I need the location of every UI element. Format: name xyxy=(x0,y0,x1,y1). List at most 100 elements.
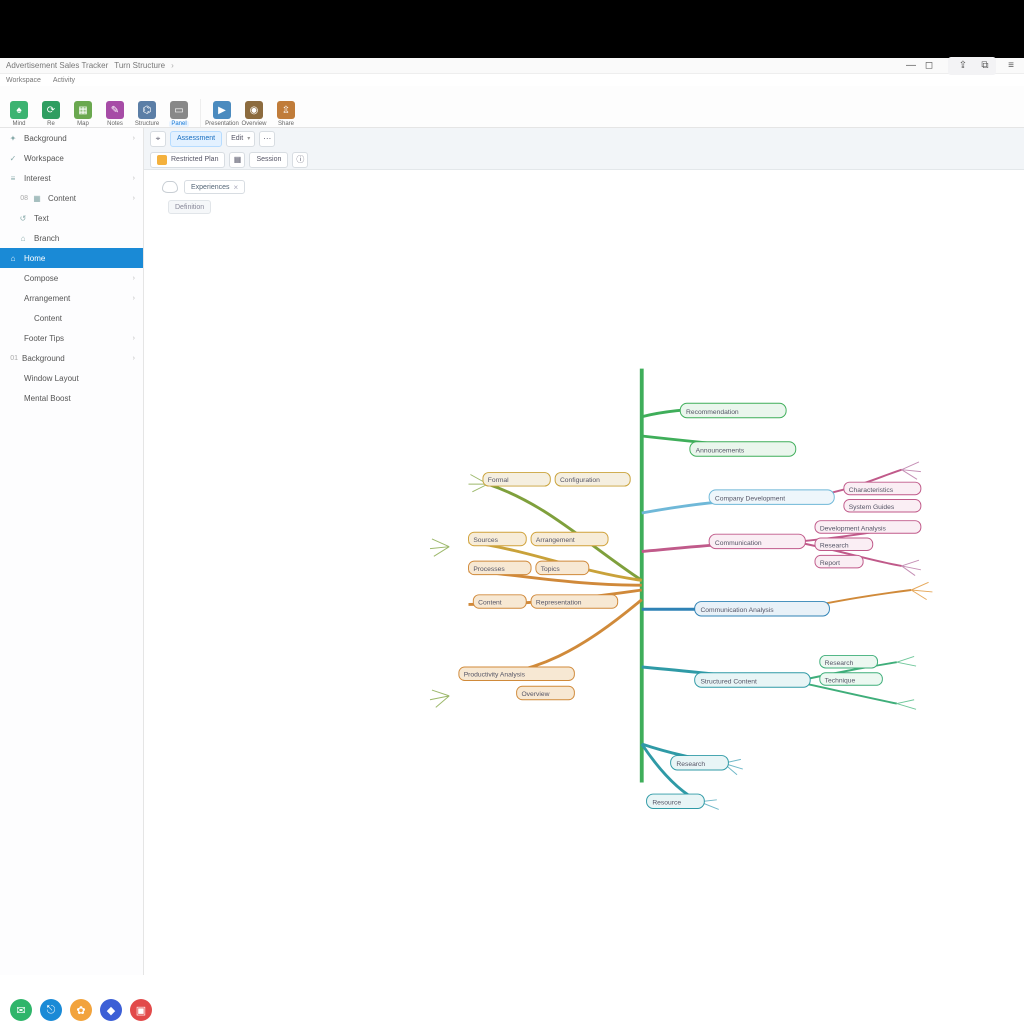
panel-icon: ▭ xyxy=(170,101,188,119)
menu-activity[interactable]: Activity xyxy=(53,77,75,84)
ribbon-presentation[interactable]: ▶Presentation xyxy=(209,101,235,127)
sidebar-item-background[interactable]: ✦Background› xyxy=(0,128,143,148)
ribbon-panel[interactable]: ▭Panel xyxy=(166,101,192,127)
ribbon-share[interactable]: ⇫Share xyxy=(273,101,299,127)
overview-icon: ◉ xyxy=(245,101,263,119)
svg-text:Recommendation: Recommendation xyxy=(686,409,739,416)
map-icon: ▦ xyxy=(74,101,92,119)
mindmap-svg: Formal Configuration Sources Arrangement… xyxy=(144,128,1024,975)
notes-icon: ✎ xyxy=(106,101,124,119)
dock-settings[interactable]: ✿ xyxy=(70,999,92,1021)
sidebar-item-branch[interactable]: ⌂Branch xyxy=(0,228,143,248)
info-icon[interactable]: ⓘ xyxy=(292,152,308,168)
sidebar-item-text[interactable]: ↺Text xyxy=(0,208,143,228)
svg-text:Processes: Processes xyxy=(473,566,505,573)
svg-text:Sources: Sources xyxy=(473,537,498,544)
structure-icon: ⌬ xyxy=(138,101,156,119)
tag-experiences[interactable]: Experiences× xyxy=(184,180,245,194)
svg-text:Content: Content xyxy=(478,599,502,606)
minimize-button[interactable]: — xyxy=(904,59,918,73)
sidebar-item-content[interactable]: 08▦Content› xyxy=(0,188,143,208)
sidebar-item-compose[interactable]: Compose› xyxy=(0,268,143,288)
menu-workspace[interactable]: Workspace xyxy=(6,77,41,84)
list-icon: ≡ xyxy=(8,173,18,183)
sidebar-item-home[interactable]: ⌂Home xyxy=(0,248,143,268)
svg-text:Configuration: Configuration xyxy=(560,477,600,484)
mind-icon: ♠ xyxy=(10,101,28,119)
more-icon[interactable]: ⋯ xyxy=(259,131,275,147)
chevron-right-icon: › xyxy=(171,61,174,70)
ribbon-structure[interactable]: ⌬Structure xyxy=(134,101,160,127)
home-icon: ⌂ xyxy=(8,253,18,263)
close-icon[interactable]: × xyxy=(234,183,239,192)
chevron-right-icon: › xyxy=(133,355,135,362)
hamburger-icon[interactable]: ≡ xyxy=(1004,59,1018,73)
sidebar: ✦Background› ✓Workspace ≡Interest› 08▦Co… xyxy=(0,128,144,975)
chevron-right-icon: › xyxy=(133,335,135,342)
chevron-down-icon: ▾ xyxy=(247,135,250,142)
dock: ✉ ⎋ ✿ ◆ ▣ xyxy=(0,996,1024,1024)
dock-browser[interactable]: ⎋ xyxy=(40,999,62,1021)
sidebar-item-window-layout[interactable]: Window Layout xyxy=(0,368,143,388)
folder-icon xyxy=(157,155,167,165)
svg-text:Announcements: Announcements xyxy=(696,447,745,454)
ribbon-notes[interactable]: ✎Notes xyxy=(102,101,128,127)
breadcrumb-item[interactable]: Turn Structure xyxy=(114,61,165,70)
edit-dropdown[interactable]: Edit▾ xyxy=(226,131,255,147)
dock-mail[interactable]: ✉ xyxy=(10,999,32,1021)
svg-text:Overview: Overview xyxy=(521,691,549,698)
check-icon: ✓ xyxy=(8,153,18,163)
sidebar-item-background-2[interactable]: 01Background› xyxy=(0,348,143,368)
link-icon[interactable]: ⧉ xyxy=(978,59,992,73)
titlebar: Advertisement Sales Tracker Turn Structu… xyxy=(0,58,1024,74)
ribbon-re[interactable]: ⟳Re xyxy=(38,101,64,127)
svg-text:Resource: Resource xyxy=(652,800,681,807)
sidebar-item-mental-boost[interactable]: Mental Boost xyxy=(0,388,143,408)
restricted-plan-button[interactable]: Restricted Plan xyxy=(150,152,225,168)
dock-files[interactable]: ◆ xyxy=(100,999,122,1021)
share-ribbon-icon: ⇫ xyxy=(277,101,295,119)
tag-row: Experiences× xyxy=(162,180,245,194)
ribbon-overview[interactable]: ◉Overview xyxy=(241,101,267,127)
chevron-right-icon: › xyxy=(133,135,135,142)
sidebar-item-footer-tips[interactable]: Footer Tips› xyxy=(0,328,143,348)
tag-definition[interactable]: Definition xyxy=(168,200,211,214)
svg-text:Structured Content: Structured Content xyxy=(700,678,757,685)
svg-text:System Guides: System Guides xyxy=(849,504,895,511)
svg-text:Development Analysis: Development Analysis xyxy=(820,525,887,532)
svg-text:Report: Report xyxy=(820,560,840,567)
undo-icon: ↺ xyxy=(18,213,28,223)
menubar: Workspace Activity xyxy=(0,74,1024,86)
assessment-button[interactable]: Assessment xyxy=(170,131,222,147)
dock-media[interactable]: ▣ xyxy=(130,999,152,1021)
branch-icon: ⌂ xyxy=(18,233,28,243)
ribbon-map[interactable]: ▦Map xyxy=(70,101,96,127)
sidebar-item-arrangement[interactable]: Arrangement› xyxy=(0,288,143,308)
grid-toggle-icon[interactable]: ▦ xyxy=(229,152,245,168)
chevron-right-icon: › xyxy=(133,275,135,282)
session-button[interactable]: Session xyxy=(249,152,288,168)
ribbon-separator xyxy=(200,99,201,127)
canvas[interactable]: ⌖ Assessment Edit▾ ⋯ Restricted Plan ▦ S… xyxy=(144,128,1024,975)
svg-text:Research: Research xyxy=(676,761,705,768)
sidebar-item-content-2[interactable]: Content xyxy=(0,308,143,328)
breadcrumb-root[interactable]: Advertisement Sales Tracker xyxy=(6,61,108,70)
svg-text:Arrangement: Arrangement xyxy=(536,537,575,544)
svg-text:Communication: Communication xyxy=(715,540,762,547)
pointer-icon[interactable]: ⌖ xyxy=(150,131,166,147)
svg-text:Communication Analysis: Communication Analysis xyxy=(700,607,774,614)
workarea: ✦Background› ✓Workspace ≡Interest› 08▦Co… xyxy=(0,128,1024,975)
svg-text:Research: Research xyxy=(825,660,854,667)
cloud-icon[interactable] xyxy=(162,181,178,193)
ribbon-mind[interactable]: ♠Mind xyxy=(6,101,32,127)
svg-text:Productivity Analysis: Productivity Analysis xyxy=(464,672,526,679)
share-icon[interactable]: ⇪ xyxy=(956,59,970,73)
sidebar-item-interest[interactable]: ≡Interest› xyxy=(0,168,143,188)
svg-text:Formal: Formal xyxy=(488,477,509,484)
maximize-button[interactable]: ◻ xyxy=(922,59,936,73)
svg-text:Company Development: Company Development xyxy=(715,495,785,502)
sidebar-item-workspace[interactable]: ✓Workspace xyxy=(0,148,143,168)
title-tool-group: ⇪ ⧉ xyxy=(948,57,996,75)
grid-icon: ▦ xyxy=(32,193,42,203)
refresh-icon: ⟳ xyxy=(42,101,60,119)
